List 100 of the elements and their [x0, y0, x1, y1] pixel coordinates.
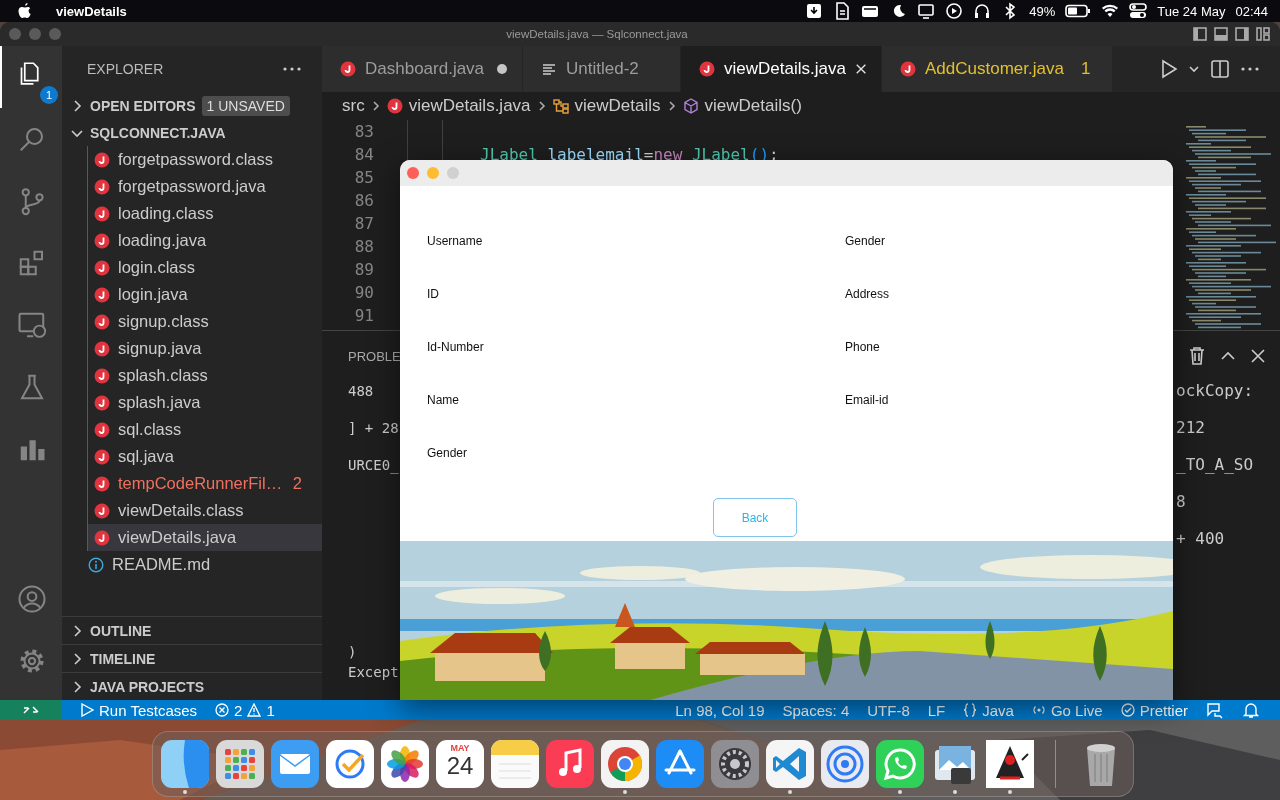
section-header[interactable]: TIMELINE [90, 650, 156, 667]
close-button[interactable] [407, 167, 419, 179]
layout-icon[interactable] [1193, 27, 1207, 41]
envelope-icon[interactable] [271, 740, 319, 788]
app-name[interactable]: viewDetails [56, 3, 127, 19]
download-icon[interactable] [805, 2, 824, 20]
chevron-icon [536, 99, 547, 113]
feedback-icon[interactable] [1206, 701, 1224, 719]
notepad-icon[interactable] [491, 740, 539, 788]
monitor-icon[interactable] [17, 310, 47, 340]
music-note-icon[interactable] [546, 740, 594, 788]
grid-icon[interactable] [216, 740, 264, 788]
notification-badge: 1 [40, 86, 58, 104]
split-editor-icon[interactable] [1210, 59, 1230, 79]
document-icon[interactable] [833, 2, 852, 20]
panel-tab[interactable]: PROBLE [348, 348, 401, 364]
account-icon[interactable] [17, 584, 47, 614]
breadcrumb-item[interactable]: viewDetails.java [386, 96, 531, 116]
hierarchy-icon [552, 98, 569, 114]
status-item[interactable]: Ln 98, Col 19 [675, 701, 765, 719]
breadcrumb-item[interactable]: viewDetails() [682, 96, 802, 116]
section-header[interactable]: OUTLINE [90, 622, 152, 639]
trash-icon[interactable] [1188, 346, 1206, 366]
file-item[interactable]: login.class [88, 254, 322, 281]
date-text[interactable]: Tue 24 May [1157, 3, 1226, 19]
file-item[interactable]: forgetpassword.java [88, 173, 322, 200]
time-text[interactable]: 02:44 [1235, 3, 1268, 19]
close-icon[interactable] [854, 62, 867, 76]
broadcast-icon[interactable] [821, 740, 869, 788]
headphones-icon[interactable] [973, 2, 992, 20]
file-item[interactable]: sql.class [88, 416, 322, 443]
file-item[interactable]: splash.class [88, 362, 322, 389]
run-icon [80, 703, 94, 717]
bell-icon[interactable] [1242, 701, 1260, 719]
editor-tab[interactable]: AddCustomer.java 1 [882, 46, 1113, 92]
editor-tab[interactable]: viewDetails.java [681, 46, 882, 92]
ribbon-icon[interactable] [766, 740, 814, 788]
chat-bubble-icon[interactable] [876, 740, 924, 788]
line-number: 83 [353, 121, 374, 143]
display-icon[interactable] [917, 2, 936, 20]
file-item[interactable]: viewDetails.java [88, 524, 322, 551]
file-icon [386, 98, 403, 114]
status-item[interactable]: LF [927, 701, 946, 719]
breadcrumb-item[interactable]: viewDetails [552, 96, 661, 116]
status-item[interactable]: Spaces: 4 [782, 701, 850, 719]
status-item[interactable]: UTF-8 [867, 701, 910, 719]
status-item[interactable]: Prettier [1120, 701, 1188, 719]
warning-icon [247, 703, 262, 717]
file-icon [94, 151, 110, 168]
file-item[interactable]: signup.class [88, 308, 322, 335]
caret-icon[interactable] [1188, 63, 1200, 75]
section-header[interactable]: OPEN EDITORS [90, 97, 196, 114]
status-item[interactable]: Go Live [1031, 701, 1103, 719]
play-circle-icon[interactable] [945, 2, 964, 20]
terminal-text: ockCopy: [1176, 381, 1255, 401]
wifi-icon[interactable] [1101, 3, 1120, 19]
battery-icon[interactable] [1065, 4, 1092, 18]
more-icon[interactable] [1240, 66, 1260, 72]
status-item[interactable]: Run Testcases [80, 701, 198, 719]
toggle-icon[interactable] [1129, 3, 1148, 19]
layout-icon[interactable] [1235, 27, 1249, 41]
layout-icon[interactable] [1256, 27, 1270, 41]
field-label: Username [427, 233, 483, 248]
section-header[interactable]: JAVA PROJECTS [90, 678, 205, 695]
file-item[interactable]: login.java [88, 281, 322, 308]
gear-icon[interactable] [711, 740, 759, 788]
file-item[interactable]: forgetpassword.class [88, 146, 322, 173]
file-item[interactable]: signup.java [88, 335, 322, 362]
problems-status[interactable]: 2 1 [215, 701, 275, 719]
file-item[interactable]: sql.java [88, 443, 322, 470]
file-item[interactable]: README.md [62, 551, 322, 578]
settings-icon[interactable] [17, 646, 47, 676]
file-icon [94, 394, 110, 411]
braces-icon [963, 703, 978, 717]
close-icon[interactable] [1250, 348, 1266, 364]
status-item[interactable]: Java [963, 701, 1014, 719]
browser-icon[interactable] [601, 740, 649, 788]
calendar-month: MAY [450, 743, 470, 753]
file-item[interactable]: splash.java [88, 389, 322, 416]
file-icon [900, 61, 916, 77]
editor-tab[interactable]: Untitled-2 [523, 46, 681, 92]
error-icon [215, 703, 230, 717]
window-title: viewDetails.java — Sqlconnect.java [505, 28, 689, 40]
flower-icon[interactable] [381, 740, 429, 788]
editor-tab[interactable]: Dashboard.java [322, 46, 523, 92]
section-header[interactable]: SQLCONNECT.JAVA [90, 124, 226, 141]
file-item[interactable]: viewDetails.class [88, 497, 322, 524]
file-item[interactable]: loading.java [88, 227, 322, 254]
breadcrumb-item[interactable]: src [342, 96, 365, 116]
file-icon [94, 448, 110, 465]
file-icon [699, 61, 715, 77]
file-item[interactable]: tempCodeRunnerFil… 2 [88, 470, 322, 497]
checkmark-icon[interactable] [326, 740, 374, 788]
more-icon[interactable] [282, 66, 302, 72]
remote-icon[interactable] [0, 700, 62, 720]
calendar-icon[interactable]: MAY 24 [436, 740, 484, 788]
apple-icon[interactable] [18, 3, 32, 19]
run-icon[interactable] [1160, 59, 1178, 79]
layout-icon[interactable] [1214, 27, 1228, 41]
file-item[interactable]: loading.class [88, 200, 322, 227]
